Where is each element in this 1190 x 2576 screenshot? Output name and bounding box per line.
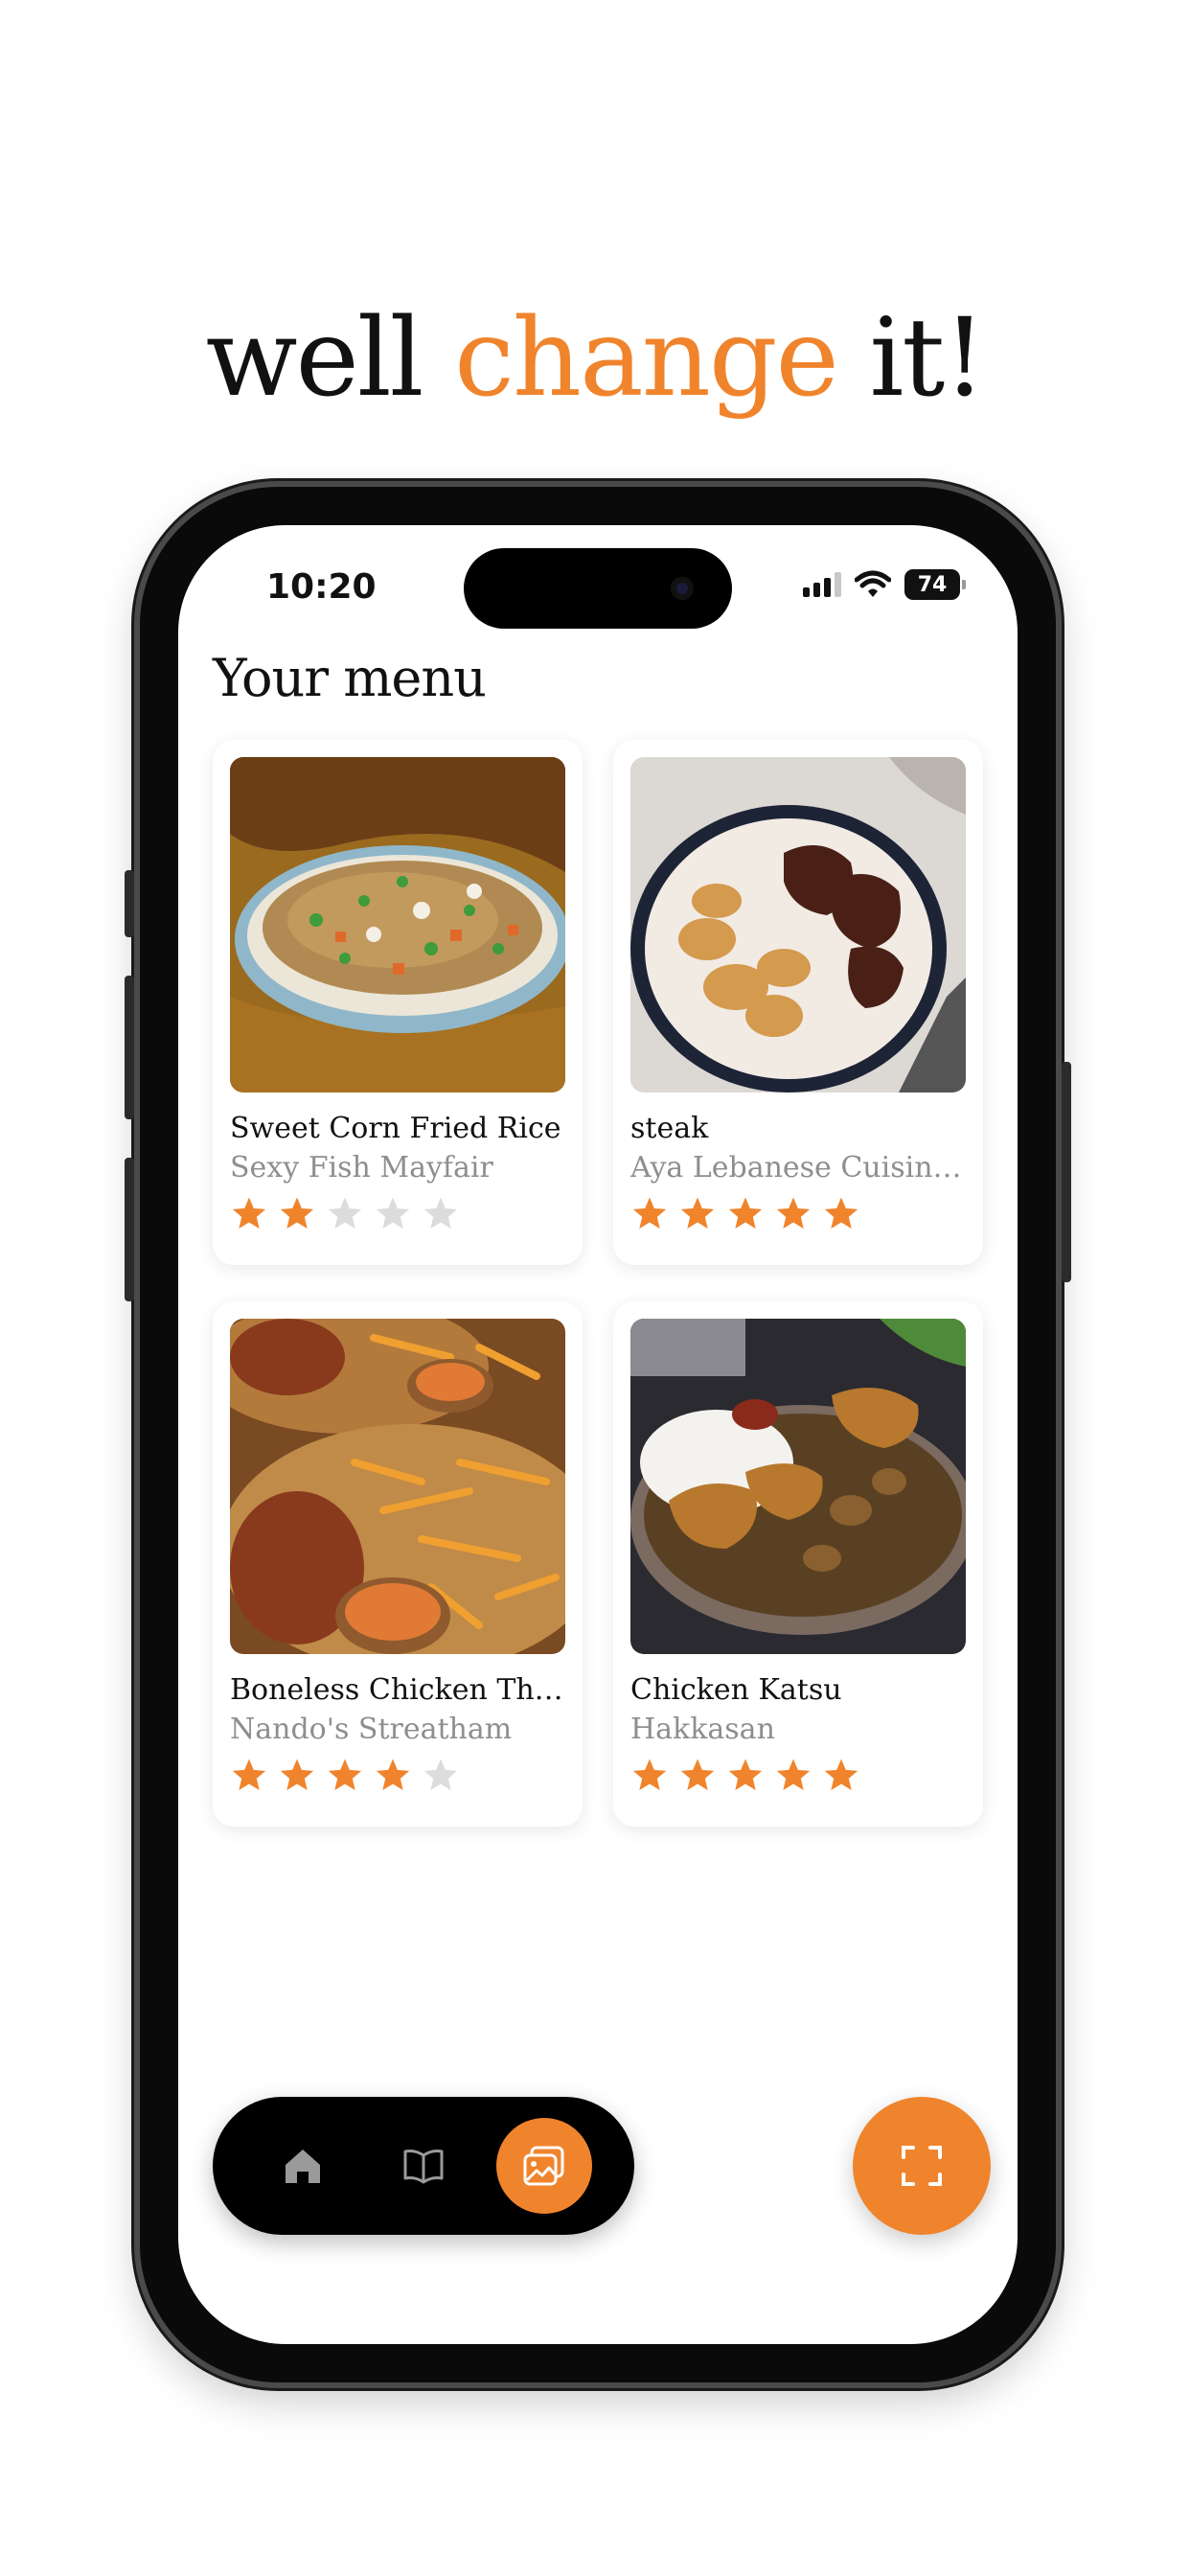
restaurant-name: Hakkasan bbox=[630, 1713, 775, 1746]
star-empty-icon bbox=[376, 1197, 410, 1229]
menu-grid: Sweet Corn Fried Rice Sexy Fish Mayfair bbox=[213, 740, 983, 1827]
power-button bbox=[1062, 1062, 1071, 1282]
star-empty-icon bbox=[423, 1759, 458, 1790]
star-filled-icon bbox=[328, 1759, 362, 1790]
star-rating bbox=[230, 1756, 565, 1796]
signal-icon bbox=[803, 572, 841, 597]
nav-home-button[interactable] bbox=[255, 2118, 351, 2214]
star-filled-icon bbox=[824, 1197, 858, 1229]
battery-icon: 74 bbox=[904, 569, 966, 600]
headline-word-2: it! bbox=[869, 296, 986, 421]
menu-card[interactable]: Boneless Chicken Thi... Nando's Streatha… bbox=[213, 1301, 583, 1827]
star-rating bbox=[230, 1194, 565, 1234]
headline-accent: change bbox=[454, 296, 839, 421]
star-filled-icon bbox=[376, 1759, 410, 1790]
camera-icon bbox=[671, 577, 694, 600]
nav-gallery-button[interactable] bbox=[496, 2118, 592, 2214]
star-filled-icon bbox=[776, 1759, 811, 1790]
dish-name: steak bbox=[630, 1112, 709, 1145]
star-filled-icon bbox=[776, 1197, 811, 1229]
scan-icon bbox=[902, 2146, 942, 2186]
action-button bbox=[125, 870, 134, 937]
menu-card[interactable]: Sweet Corn Fried Rice Sexy Fish Mayfair bbox=[213, 740, 583, 1265]
bottom-nav bbox=[213, 2097, 634, 2235]
star-rating bbox=[630, 1194, 966, 1234]
star-empty-icon bbox=[423, 1197, 458, 1229]
star-filled-icon bbox=[680, 1197, 715, 1229]
star-filled-icon bbox=[728, 1759, 763, 1790]
wifi-icon bbox=[855, 570, 891, 597]
volume-up-button bbox=[125, 976, 134, 1119]
dish-photo bbox=[230, 1319, 565, 1654]
app-screen: 10:20 74 Your menu Sweet Corn Fried Rice… bbox=[178, 525, 1018, 2344]
star-filled-icon bbox=[232, 1759, 266, 1790]
volume-down-button bbox=[125, 1158, 134, 1301]
page-title: Your menu bbox=[213, 648, 487, 708]
dish-name: Chicken Katsu bbox=[630, 1673, 842, 1707]
star-filled-icon bbox=[632, 1759, 667, 1790]
star-rating bbox=[630, 1756, 966, 1796]
dish-photo bbox=[230, 757, 565, 1092]
nav-menu-button[interactable] bbox=[376, 2118, 471, 2214]
dish-photo bbox=[630, 757, 966, 1092]
phone-frame: 10:20 74 Your menu Sweet Corn Fried Rice… bbox=[125, 481, 1071, 2388]
star-empty-icon bbox=[328, 1197, 362, 1229]
star-filled-icon bbox=[728, 1197, 763, 1229]
menu-card[interactable]: steak Aya Lebanese Cuisine... bbox=[613, 740, 983, 1265]
restaurant-name: Nando's Streatham bbox=[230, 1713, 513, 1746]
dish-name: Sweet Corn Fried Rice bbox=[230, 1112, 561, 1145]
star-filled-icon bbox=[232, 1197, 266, 1229]
status-time: 10:20 bbox=[266, 567, 377, 607]
menu-card[interactable]: Chicken Katsu Hakkasan bbox=[613, 1301, 983, 1827]
restaurant-name: Aya Lebanese Cuisine... bbox=[630, 1151, 966, 1184]
headline-word-1: well bbox=[205, 296, 424, 421]
star-filled-icon bbox=[680, 1759, 715, 1790]
dish-photo bbox=[630, 1319, 966, 1654]
scan-button[interactable] bbox=[853, 2097, 991, 2235]
restaurant-name: Sexy Fish Mayfair bbox=[230, 1151, 493, 1184]
star-filled-icon bbox=[824, 1759, 858, 1790]
book-icon bbox=[403, 2150, 444, 2184]
home-icon bbox=[286, 2150, 320, 2183]
star-filled-icon bbox=[280, 1759, 314, 1790]
dish-name: Boneless Chicken Thi... bbox=[230, 1673, 565, 1707]
status-icons: 74 bbox=[803, 567, 966, 602]
headline: well change it! bbox=[0, 305, 1190, 412]
star-filled-icon bbox=[280, 1197, 314, 1229]
gallery-icon bbox=[523, 2146, 564, 2186]
star-filled-icon bbox=[632, 1197, 667, 1229]
